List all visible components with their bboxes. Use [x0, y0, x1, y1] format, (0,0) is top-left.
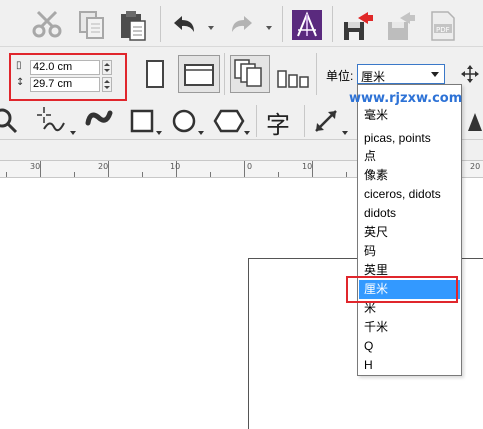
units-select[interactable]: 厘米 — [357, 64, 445, 84]
rectangle-flyout-icon[interactable] — [156, 131, 162, 135]
units-label: 单位: — [326, 69, 354, 83]
portrait-orientation-icon[interactable] — [142, 59, 168, 91]
fill-tool-icon[interactable] — [466, 111, 483, 133]
copy-icon[interactable] — [78, 10, 106, 40]
separator — [332, 6, 333, 42]
watermark: www.rjzxw.com — [349, 91, 463, 106]
ruler-minor-tick — [346, 172, 347, 177]
units-option[interactable]: didots — [359, 204, 460, 223]
highlight-box-selected-unit — [346, 276, 458, 303]
units-option[interactable]: 点 — [359, 147, 460, 166]
rectangle-tool-icon[interactable] — [128, 107, 158, 135]
ruler-label: 20 — [98, 162, 109, 171]
ruler-minor-tick — [6, 172, 7, 177]
app-launcher-icon[interactable] — [292, 10, 322, 40]
undo-icon[interactable] — [170, 14, 198, 36]
units-option[interactable]: H — [359, 356, 460, 375]
undo-dropdown-icon[interactable] — [208, 26, 214, 30]
landscape-orientation-button[interactable] — [178, 55, 220, 93]
polygon-flyout-icon[interactable] — [244, 131, 250, 135]
dimension-tool-icon[interactable] — [312, 107, 344, 135]
current-page-icon[interactable] — [276, 63, 310, 91]
zoom-tool-icon[interactable] — [0, 107, 20, 135]
export-icon[interactable] — [386, 10, 416, 42]
svg-text:PDF: PDF — [436, 26, 450, 34]
landscape-orientation-icon — [184, 64, 214, 86]
ruler-label: 20 — [470, 162, 481, 171]
separator — [316, 53, 317, 95]
chevron-down-icon[interactable] — [426, 66, 442, 82]
dimension-flyout-icon[interactable] — [342, 131, 348, 135]
ellipse-tool-icon[interactable] — [170, 107, 200, 135]
redo-dropdown-icon[interactable] — [266, 26, 272, 30]
import-icon[interactable] — [342, 8, 374, 42]
units-selected-value: 厘米 — [361, 70, 386, 84]
artistic-media-tool-icon[interactable] — [84, 107, 114, 135]
cut-icon[interactable] — [30, 10, 64, 38]
ruler-major-tick — [244, 161, 245, 177]
redo-icon[interactable] — [228, 14, 256, 36]
highlight-box-page-size — [9, 53, 127, 101]
separator — [282, 6, 283, 42]
nudge-icon[interactable] — [460, 64, 480, 84]
ellipse-flyout-icon[interactable] — [198, 131, 204, 135]
app-window: PDF ▯ 42.0 cm ↕ 29.7 cm 单位: 厘米 字 30 20 1… — [0, 0, 483, 429]
units-option[interactable]: 毫米 — [359, 106, 460, 125]
ruler-label: 10 — [302, 162, 313, 171]
units-option[interactable]: 千米 — [359, 318, 460, 337]
separator — [160, 6, 161, 42]
standard-toolbar: PDF — [0, 0, 483, 47]
paste-icon[interactable] — [118, 8, 148, 42]
units-option[interactable]: ciceros, didots — [359, 185, 460, 204]
ruler-minor-tick — [142, 172, 143, 177]
units-dropdown-list: 毫米 picas, points 点 像素 ciceros, didots di… — [357, 84, 462, 376]
units-option[interactable]: 英尺 — [359, 223, 460, 242]
ruler-minor-tick — [74, 172, 75, 177]
freehand-flyout-icon[interactable] — [70, 131, 76, 135]
freehand-tool-icon[interactable] — [36, 105, 72, 135]
ruler-minor-tick — [278, 172, 279, 177]
ruler-label: 0 — [247, 162, 253, 171]
publish-pdf-icon[interactable]: PDF — [428, 10, 458, 42]
ruler-minor-tick — [210, 172, 211, 177]
all-pages-icon — [234, 59, 262, 87]
polygon-tool-icon[interactable] — [212, 107, 246, 135]
all-pages-button[interactable] — [230, 55, 270, 93]
separator — [224, 53, 225, 95]
ruler-label: 10 — [170, 162, 181, 171]
text-tool-icon[interactable]: 字 — [266, 105, 290, 140]
units-option[interactable]: picas, points — [359, 129, 460, 148]
separator — [304, 105, 305, 137]
units-option[interactable]: 码 — [359, 242, 460, 261]
units-option[interactable]: 像素 — [359, 166, 460, 185]
ruler-label: 30 — [30, 162, 41, 171]
units-option[interactable]: Q — [359, 337, 460, 356]
separator — [256, 105, 257, 137]
